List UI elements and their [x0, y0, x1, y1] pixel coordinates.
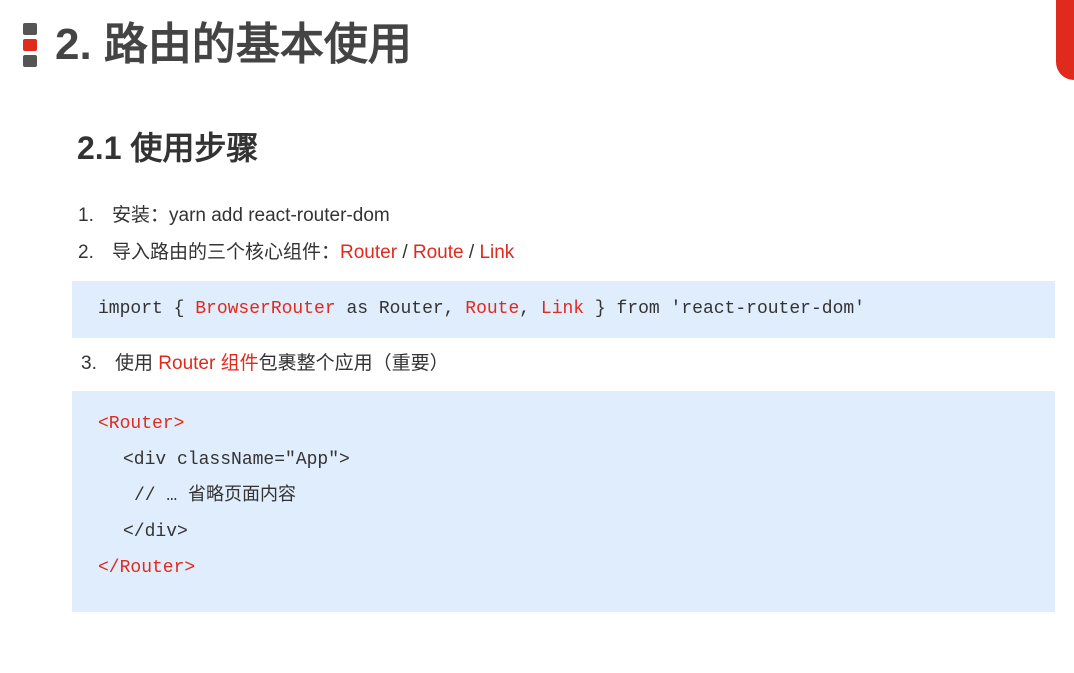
separator: /: [397, 242, 413, 263]
page-title: 2. 路由的基本使用: [55, 20, 412, 69]
step-text: 导入路由的三个核心组件：: [112, 242, 341, 263]
router-component-highlight: Router 组件: [158, 353, 259, 374]
step-text: 使用: [115, 353, 159, 374]
code-token-browser-router: BrowserRouter: [195, 299, 336, 319]
code-line-comment: // … 省略页面内容: [134, 486, 297, 506]
step-number: 2.: [78, 242, 94, 263]
step-item-install: 1. 安装：yarn add react-router-dom: [78, 202, 390, 230]
step-item-import: 2. 导入路由的三个核心组件：Router / Route / Link: [78, 239, 514, 267]
section-marker-icon: [23, 23, 37, 67]
router-keyword: Router: [340, 242, 398, 263]
step-item-wrap: 3. 使用 Router 组件包裹整个应用（重要）: [81, 350, 449, 378]
code-line: import { BrowserRouter as Router, Route,…: [98, 296, 865, 322]
code-line-open-div: <div className="App">: [123, 450, 350, 470]
corner-accent: [1056, 0, 1074, 80]
step-number: 1.: [78, 205, 94, 226]
route-keyword: Route: [412, 242, 464, 263]
section-title: 2.1 使用步骤: [77, 130, 259, 166]
step-text: 安装：yarn add react-router-dom: [112, 205, 390, 226]
marker-bar-top: [23, 23, 37, 35]
code-block-import: import { BrowserRouter as Router, Route,…: [72, 281, 1055, 338]
step-number: 3.: [81, 353, 97, 374]
link-keyword: Link: [479, 242, 515, 263]
code-line-open-router: <Router>: [98, 414, 185, 434]
code-token: ,: [519, 299, 541, 319]
code-token-route: Route: [465, 299, 520, 319]
step-text-suffix: 包裹整个应用（重要）: [258, 353, 449, 374]
separator: /: [463, 242, 480, 263]
code-line-close-router: </Router>: [98, 558, 196, 578]
code-line-close-div: </div>: [123, 522, 188, 542]
marker-bar-bottom: [23, 55, 37, 67]
code-token-link: Link: [540, 299, 585, 319]
code-token: import {: [98, 299, 196, 319]
code-token: as Router,: [335, 299, 466, 319]
code-token: } from 'react-router-dom': [584, 299, 865, 319]
marker-bar-middle: [23, 39, 37, 51]
code-block-usage: <Router> <div className="App"> // … 省略页面…: [72, 391, 1055, 612]
